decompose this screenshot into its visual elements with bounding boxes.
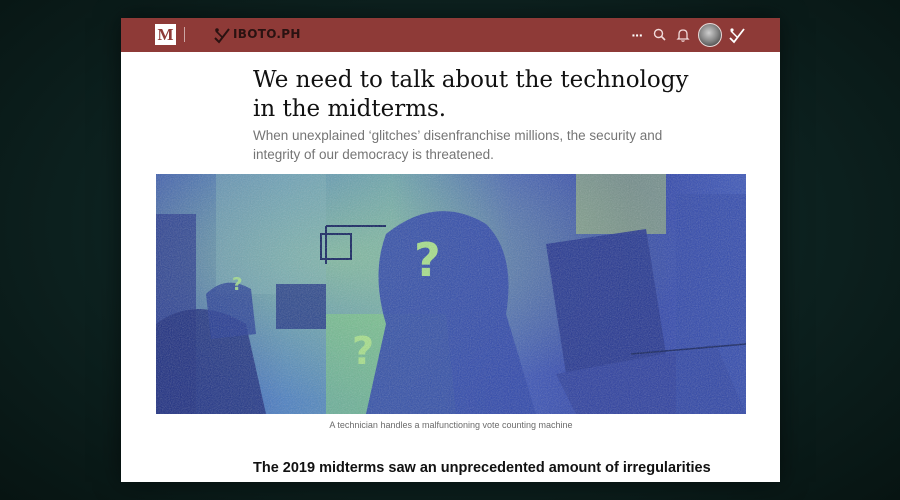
top-navigation-bar: M IBOTO.PH ··· (121, 18, 780, 52)
more-icon[interactable]: ··· (628, 26, 646, 44)
section-heading: The 2019 midterms saw an unprecedented a… (253, 460, 711, 476)
avatar[interactable] (698, 23, 722, 47)
hero-illustration: ? ? ? (156, 174, 746, 414)
medium-logo[interactable]: M (155, 24, 176, 45)
hero-image: ? ? ? (156, 174, 746, 414)
logo-divider (184, 27, 185, 42)
publication-name[interactable]: IBOTO.PH (233, 27, 301, 41)
ballot-check-icon[interactable] (213, 26, 231, 44)
bell-icon[interactable] (674, 26, 692, 44)
browser-window: M IBOTO.PH ··· We need to talk about the… (121, 18, 780, 482)
article-title: We need to talk about the technology in … (253, 67, 689, 122)
ballot-check-icon[interactable] (728, 26, 746, 44)
article-subtitle: When unexplained ‘glitches’ disenfranchi… (253, 128, 663, 162)
search-icon[interactable] (651, 26, 669, 44)
image-caption: A technician handles a malfunctioning vo… (329, 420, 573, 430)
